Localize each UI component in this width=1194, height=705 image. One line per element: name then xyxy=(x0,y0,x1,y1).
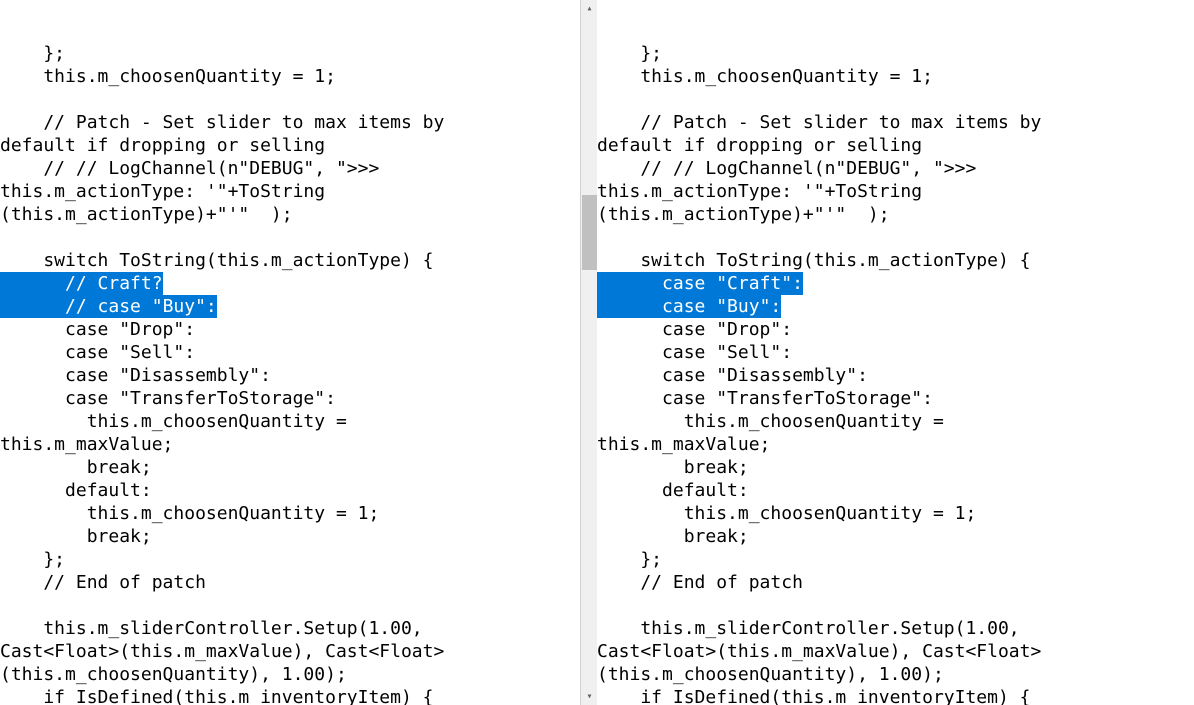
code-line[interactable] xyxy=(0,226,580,249)
code-line[interactable] xyxy=(0,594,580,617)
code-line[interactable]: break; xyxy=(0,456,580,479)
code-line[interactable]: case "Drop": xyxy=(597,318,1177,341)
scroll-down-arrow-icon[interactable]: ▾ xyxy=(581,688,597,705)
code-line[interactable]: (this.m_choosenQuantity), 1.00); xyxy=(597,663,1177,686)
code-line[interactable]: // // LogChannel(n"DEBUG", ">>> xyxy=(597,157,1177,180)
code-line[interactable]: this.m_actionType: '"+ToString xyxy=(0,180,580,203)
code-line[interactable]: this.m_choosenQuantity = 1; xyxy=(597,65,1177,88)
code-line[interactable]: break; xyxy=(0,525,580,548)
highlight-leading xyxy=(597,295,662,318)
right-diff-pane[interactable]: }; this.m_choosenQuantity = 1; // Patch … xyxy=(597,0,1194,705)
code-line[interactable]: // case "Buy": xyxy=(0,295,580,318)
code-line[interactable]: this.m_choosenQuantity = 1; xyxy=(0,502,580,525)
right-code-content[interactable]: }; this.m_choosenQuantity = 1; // Patch … xyxy=(597,42,1194,705)
code-line[interactable]: }; xyxy=(0,42,580,65)
code-line[interactable]: case "Buy": xyxy=(597,295,1177,318)
code-line[interactable]: this.m_sliderController.Setup(1.00, xyxy=(597,617,1177,640)
code-line[interactable]: // Patch - Set slider to max items by xyxy=(0,111,580,134)
code-line[interactable]: this.m_choosenQuantity = 1; xyxy=(597,502,1177,525)
code-line[interactable]: case "Drop": xyxy=(0,318,580,341)
highlighted-text: // Craft? xyxy=(65,272,163,295)
highlighted-text: case "Buy": xyxy=(662,295,781,318)
code-line[interactable]: switch ToString(this.m_actionType) { xyxy=(0,249,580,272)
code-line[interactable]: // End of patch xyxy=(0,571,580,594)
code-line[interactable]: default if dropping or selling xyxy=(0,134,580,157)
code-line[interactable]: default: xyxy=(0,479,580,502)
code-line[interactable]: }; xyxy=(597,548,1177,571)
code-line[interactable]: default if dropping or selling xyxy=(597,134,1177,157)
highlight-leading xyxy=(0,295,65,318)
code-line[interactable] xyxy=(0,88,580,111)
code-line[interactable]: }; xyxy=(597,42,1177,65)
code-line[interactable]: // End of patch xyxy=(597,571,1177,594)
highlighted-text: case "Craft": xyxy=(662,272,803,295)
code-line[interactable]: (this.m_actionType)+"'" ); xyxy=(0,203,580,226)
code-line[interactable]: case "TransferToStorage": xyxy=(0,387,580,410)
code-line[interactable]: (this.m_choosenQuantity), 1.00); xyxy=(0,663,580,686)
code-line[interactable] xyxy=(597,88,1177,111)
left-diff-pane[interactable]: }; this.m_choosenQuantity = 1; // Patch … xyxy=(0,0,597,705)
left-scrollbar[interactable]: ▴ ▾ xyxy=(580,0,597,705)
code-line[interactable]: case "Disassembly": xyxy=(0,364,580,387)
code-line[interactable]: break; xyxy=(597,456,1177,479)
code-line[interactable]: }; xyxy=(0,548,580,571)
code-line[interactable]: this.m_sliderController.Setup(1.00, xyxy=(0,617,580,640)
scroll-up-arrow-icon[interactable]: ▴ xyxy=(581,0,597,17)
code-line[interactable]: Cast<Float>(this.m_maxValue), Cast<Float… xyxy=(597,640,1177,663)
code-line[interactable]: case "Sell": xyxy=(0,341,580,364)
highlight-leading xyxy=(597,272,662,295)
code-line[interactable] xyxy=(597,594,1177,617)
code-line[interactable]: if IsDefined(this.m_inventoryItem) { xyxy=(0,686,580,705)
code-line[interactable]: break; xyxy=(597,525,1177,548)
code-line[interactable]: Cast<Float>(this.m_maxValue), Cast<Float… xyxy=(0,640,580,663)
highlighted-text: // case "Buy": xyxy=(65,295,217,318)
code-line[interactable]: this.m_choosenQuantity = xyxy=(0,410,580,433)
code-line[interactable] xyxy=(597,226,1177,249)
code-line[interactable]: case "TransferToStorage": xyxy=(597,387,1177,410)
code-line[interactable]: (this.m_actionType)+"'" ); xyxy=(597,203,1177,226)
code-line[interactable]: this.m_choosenQuantity = 1; xyxy=(0,65,580,88)
code-line[interactable]: // // LogChannel(n"DEBUG", ">>> xyxy=(0,157,580,180)
code-line[interactable]: this.m_choosenQuantity = xyxy=(597,410,1177,433)
code-line[interactable]: case "Craft": xyxy=(597,272,1177,295)
code-line[interactable]: this.m_maxValue; xyxy=(597,433,1177,456)
code-line[interactable]: // Craft? xyxy=(0,272,580,295)
code-line[interactable]: case "Sell": xyxy=(597,341,1177,364)
code-line[interactable]: switch ToString(this.m_actionType) { xyxy=(597,249,1177,272)
code-line[interactable]: this.m_actionType: '"+ToString xyxy=(597,180,1177,203)
scrollbar-thumb[interactable] xyxy=(582,195,597,270)
code-line[interactable]: if IsDefined(this.m_inventoryItem) { xyxy=(597,686,1177,705)
left-code-content[interactable]: }; this.m_choosenQuantity = 1; // Patch … xyxy=(0,42,597,705)
code-line[interactable]: default: xyxy=(597,479,1177,502)
code-line[interactable]: this.m_maxValue; xyxy=(0,433,580,456)
code-line[interactable]: case "Disassembly": xyxy=(597,364,1177,387)
code-line[interactable]: // Patch - Set slider to max items by xyxy=(597,111,1177,134)
highlight-leading xyxy=(0,272,65,295)
